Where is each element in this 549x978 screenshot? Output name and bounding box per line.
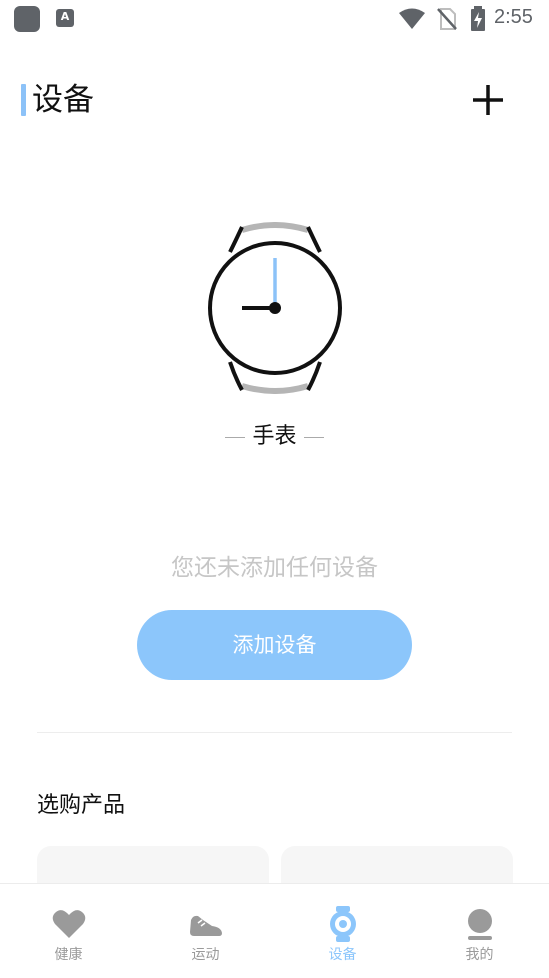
- heart-icon: [52, 910, 85, 938]
- title-accent-bar: [21, 84, 26, 116]
- status-bar: A 2:55: [0, 0, 549, 38]
- nav-item-me[interactable]: 我的: [411, 884, 548, 978]
- wifi-icon: [399, 8, 425, 29]
- section-divider: [37, 732, 512, 733]
- plus-icon: [473, 85, 503, 115]
- divider-left: [225, 436, 246, 438]
- status-time: 2:55: [494, 6, 533, 28]
- nav-item-health[interactable]: 健康: [0, 884, 137, 978]
- watch-icon: [329, 906, 356, 942]
- nav-label-device: 设备: [328, 947, 357, 963]
- app-notification-icon: [14, 6, 40, 32]
- page-header: 设备: [0, 78, 549, 124]
- watch-illustration: [200, 222, 350, 394]
- page-title: 设备: [32, 82, 94, 118]
- add-device-plus-button[interactable]: [466, 78, 510, 122]
- text-notification-icon: A: [56, 9, 74, 27]
- profile-icon: [467, 909, 492, 940]
- nav-label-me: 我的: [465, 947, 494, 963]
- add-device-button[interactable]: 添加设备: [137, 610, 412, 680]
- bottom-nav: 健康 运动 设备 我的: [0, 883, 549, 978]
- nav-label-health: 健康: [54, 947, 83, 963]
- device-type-label: 手表: [252, 424, 297, 449]
- shop-section-title: 选购产品: [37, 793, 126, 818]
- empty-state-message: 您还未添加任何设备: [171, 555, 378, 581]
- sneaker-icon: [189, 915, 222, 936]
- device-type-label-row: 手表: [0, 418, 549, 450]
- battery-charging-icon: [471, 6, 485, 31]
- divider-right: [303, 436, 324, 438]
- nav-item-sport[interactable]: 运动: [137, 884, 274, 978]
- no-sim-icon: [437, 8, 457, 30]
- nav-label-sport: 运动: [191, 947, 220, 963]
- watch-icon: [208, 222, 342, 394]
- nav-item-device[interactable]: 设备: [274, 884, 411, 978]
